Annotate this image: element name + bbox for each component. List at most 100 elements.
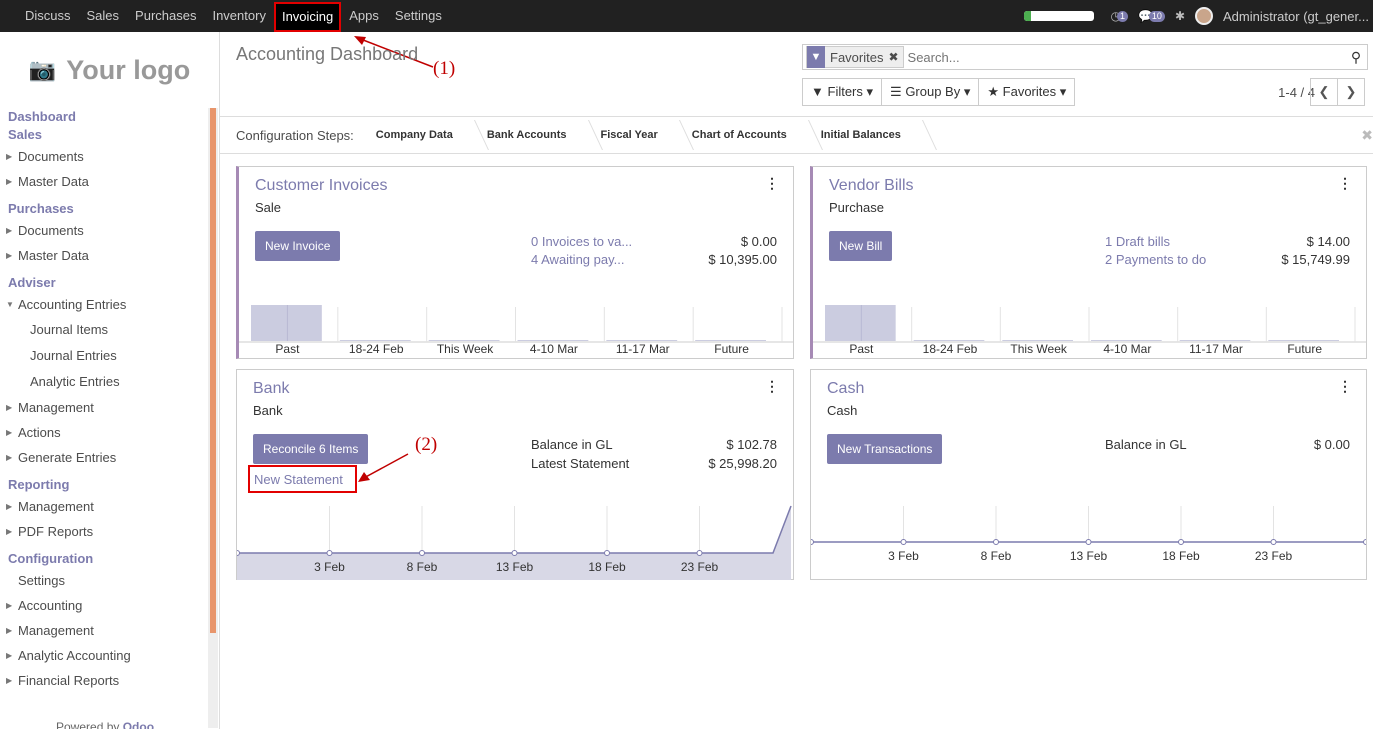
odoo-link[interactable]: Odoo [123, 720, 154, 729]
sidebar-item-pdf-reports[interactable]: ▶ PDF Reports [0, 519, 205, 544]
data-point [1270, 539, 1277, 545]
pager-next-button[interactable]: ❯ [1337, 78, 1365, 106]
cash-line-chart[interactable]: 3 Feb 8 Feb 13 Feb 18 Feb 23 Feb [811, 502, 1366, 580]
sidebar-item-settings[interactable]: Settings [0, 568, 205, 593]
sidebar-item-analytic-entries[interactable]: Analytic Entries [0, 369, 205, 395]
menu-invoicing[interactable]: Invoicing [273, 1, 342, 32]
x-tick-label: 11-17 Mar [1189, 342, 1243, 356]
planner-progress-bar[interactable] [1024, 11, 1095, 21]
bank-line-chart[interactable]: 3 Feb 8 Feb 13 Feb 18 Feb 23 Feb [237, 502, 793, 580]
sidebar-item-label: Master Data [18, 174, 89, 189]
sidebar-item-label: Financial Reports [18, 673, 120, 688]
sidebar-item-label: Master Data [18, 248, 89, 263]
awaiting-payment-amount: $ 10,395.00 [708, 252, 777, 267]
step-fiscal-year[interactable]: Fiscal Year [589, 117, 680, 153]
card-options-kebab-icon[interactable]: ⋮ [765, 175, 779, 192]
sidebar-section-purchases[interactable]: Purchases [0, 200, 205, 218]
balance-in-gl-amount: $ 0.00 [1313, 437, 1350, 452]
config-steps-label: Configuration Steps: [236, 127, 354, 143]
data-point [604, 550, 610, 556]
caret-right-icon: ▶ [6, 251, 13, 260]
sidebar-item-documents[interactable]: ▶ Documents [0, 218, 205, 243]
new-bill-button[interactable]: New Bill [829, 231, 893, 261]
sidebar-section-sales[interactable]: Sales [0, 126, 205, 144]
sidebar-section-adviser[interactable]: Adviser [0, 274, 205, 292]
search-bar[interactable]: ▼ Favorites ✖ ⚲ [802, 44, 1368, 70]
favorites-dropdown[interactable]: ★ Favorites ▾ [978, 78, 1076, 106]
caret-down-icon: ▼ [6, 300, 14, 309]
sidebar-section-configuration[interactable]: Configuration [0, 550, 205, 568]
user-avatar[interactable] [1195, 7, 1213, 25]
sidebar-item-label: Documents [18, 149, 84, 164]
menu-apps[interactable]: Apps [341, 0, 387, 32]
card-title[interactable]: Cash [827, 380, 864, 398]
balance-in-gl-label: Balance in GL [1105, 437, 1187, 452]
sidebar-item-master-data[interactable]: ▶ Master Data [0, 243, 205, 268]
close-config-icon[interactable]: ✖ [1361, 127, 1373, 144]
sidebar-item-management[interactable]: ▶ Management [0, 618, 205, 643]
sidebar-item-management[interactable]: ▶ Management [0, 395, 205, 420]
sidebar-item-actions[interactable]: ▶ Actions [0, 420, 205, 445]
menu-inventory[interactable]: Inventory [204, 0, 273, 32]
card-title[interactable]: Customer Invoices [255, 177, 388, 195]
step-initial-balances[interactable]: Initial Balances [809, 117, 923, 153]
new-invoice-button[interactable]: New Invoice [255, 231, 341, 261]
sidebar-section-reporting[interactable]: Reporting [0, 476, 205, 494]
menu-purchases[interactable]: Purchases [127, 0, 204, 32]
x-tick-label: 8 Feb [407, 560, 438, 574]
payments-to-do-link[interactable]: 2 Payments to do [1105, 252, 1206, 267]
draft-bills-link[interactable]: 1 Draft bills [1105, 234, 1170, 249]
step-chart-of-accounts[interactable]: Chart of Accounts [680, 117, 809, 153]
sidebar-section-dashboard[interactable]: Dashboard [0, 108, 205, 126]
step-bank-accounts[interactable]: Bank Accounts [475, 117, 589, 153]
menu-sales[interactable]: Sales [79, 0, 128, 32]
scrollbar-thumb[interactable] [210, 108, 216, 633]
company-logo[interactable]: 📷 Your logo [0, 32, 219, 108]
awaiting-payment-link[interactable]: 4 Awaiting pay... [531, 252, 624, 267]
bar [428, 340, 500, 341]
remove-facet-icon[interactable]: ✖ [888, 50, 902, 64]
search-icon[interactable]: ⚲ [1345, 49, 1367, 66]
bills-bar-chart[interactable]: Past 18-24 Feb This Week 4-10 Mar 11-17 Mar F… [813, 297, 1367, 357]
x-tick-label: 18-24 Feb [923, 342, 978, 356]
pager-previous-button[interactable]: ❮ [1310, 78, 1338, 106]
step-company-data[interactable]: Company Data [364, 117, 475, 153]
caret-right-icon: ▶ [6, 601, 13, 610]
invoices-bar-chart[interactable]: Past 18-24 Feb This Week 4-10 Mar 11-17 Mar F… [239, 297, 794, 357]
sidebar-item-financial-reports[interactable]: ▶ Financial Reports [0, 668, 205, 693]
sidebar-item-management[interactable]: ▶ Management [0, 494, 205, 519]
sidebar-item-master-data[interactable]: ▶ Master Data [0, 169, 205, 194]
card-title[interactable]: Bank [253, 380, 289, 398]
groupby-dropdown[interactable]: ☰ Group By ▾ [881, 78, 980, 106]
menu-discuss[interactable]: Discuss [17, 0, 79, 32]
caret-right-icon: ▶ [6, 502, 13, 511]
new-transactions-button[interactable]: New Transactions [827, 434, 943, 464]
sidebar-item-analytic-accounting[interactable]: ▶ Analytic Accounting [0, 643, 205, 668]
sidebar-item-journal-items[interactable]: Journal Items [0, 317, 205, 343]
sidebar-item-documents[interactable]: ▶ Documents [0, 144, 205, 169]
logo-text: Your logo [66, 54, 191, 85]
sidebar-item-accounting-entries[interactable]: ▼ Accounting Entries [0, 292, 205, 317]
debug-bug-icon[interactable]: ✱ [1175, 9, 1185, 23]
card-options-kebab-icon[interactable]: ⋮ [1338, 378, 1352, 395]
card-cash: Cash Cash ⋮ New Transactions Balance in … [810, 369, 1367, 580]
user-menu[interactable]: Administrator (gt_gener... [1223, 9, 1373, 24]
card-title[interactable]: Vendor Bills [829, 177, 914, 195]
bar [913, 340, 985, 341]
main-content: Accounting Dashboard ▼ Favorites ✖ ⚲ ▼ F… [220, 32, 1373, 729]
sidebar-item-journal-entries[interactable]: Journal Entries [0, 343, 205, 369]
messages-chat-icon[interactable]: 💬 10 [1138, 9, 1165, 23]
sidebar-item-generate-entries[interactable]: ▶ Generate Entries [0, 445, 205, 470]
card-options-kebab-icon[interactable]: ⋮ [765, 378, 779, 395]
sidebar-item-accounting[interactable]: ▶ Accounting [0, 593, 205, 618]
new-statement-link[interactable]: New Statement [248, 465, 357, 493]
menu-settings[interactable]: Settings [387, 0, 450, 32]
x-tick-label: 11-17 Mar [616, 342, 670, 356]
card-options-kebab-icon[interactable]: ⋮ [1338, 175, 1352, 192]
filters-dropdown[interactable]: ▼ Filters ▾ [802, 78, 883, 106]
activity-clock-icon[interactable]: ◷ 1 [1110, 9, 1128, 23]
latest-statement-label: Latest Statement [531, 456, 630, 471]
sidebar-scrollbar[interactable] [208, 108, 218, 728]
search-input[interactable] [907, 49, 1345, 65]
invoices-to-validate-link[interactable]: 0 Invoices to va... [531, 234, 632, 249]
